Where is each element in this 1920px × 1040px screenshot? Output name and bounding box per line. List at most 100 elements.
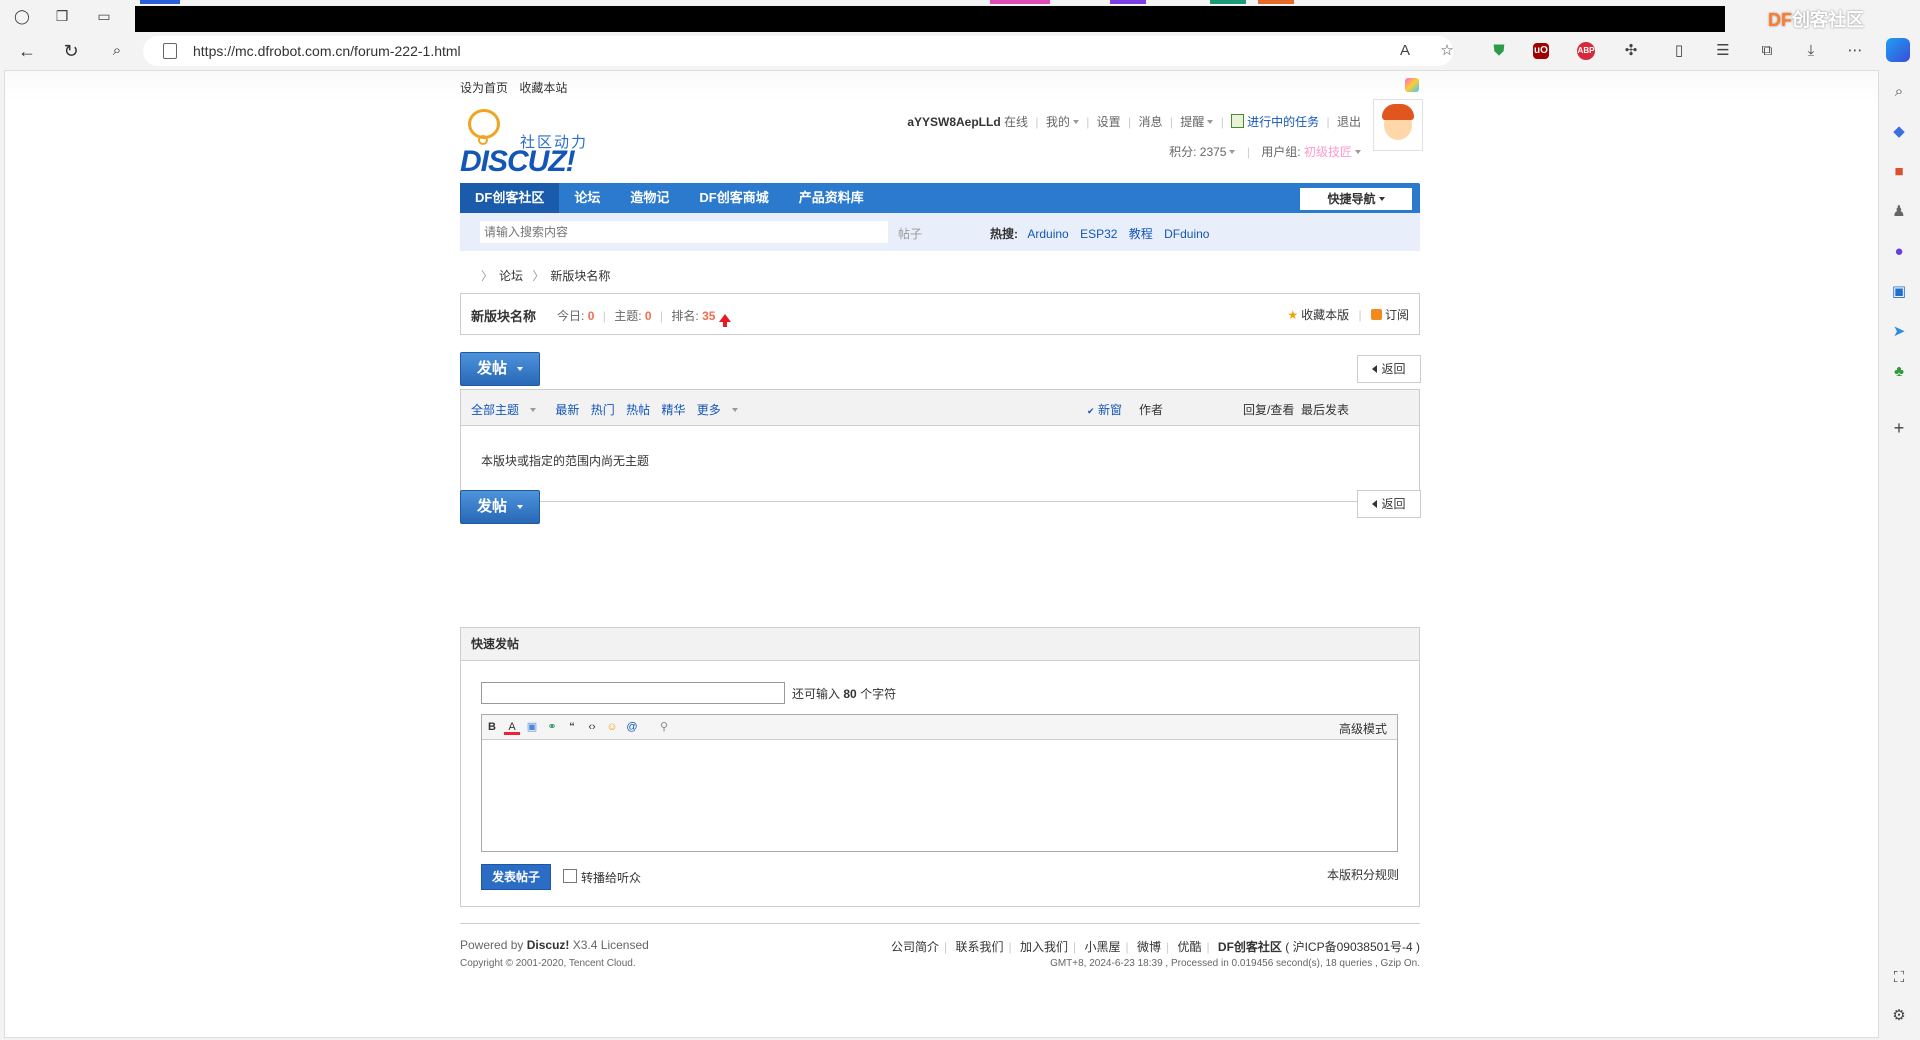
footer-link-blacklist[interactable]: 小黑屋: [1084, 940, 1120, 954]
online-status[interactable]: 在线: [1004, 115, 1028, 129]
url-field[interactable]: https://mc.dfrobot.com.cn/forum-222-1.ht…: [143, 36, 1453, 66]
username-link[interactable]: aYYSW8AepLLd: [907, 115, 1000, 129]
subject-input[interactable]: [481, 682, 785, 704]
copilot-icon[interactable]: [1886, 38, 1910, 62]
filter-digest[interactable]: 精华: [661, 403, 685, 417]
bookmark-link[interactable]: 收藏本站: [519, 81, 567, 95]
tab-strip[interactable]: [140, 0, 180, 4]
extensions-puzzle-icon[interactable]: ✣: [1620, 40, 1642, 62]
replies-column[interactable]: 回复/查看: [1243, 401, 1294, 418]
ublock-icon[interactable]: uO: [1530, 40, 1552, 62]
discuz-link[interactable]: Discuz!: [527, 938, 570, 952]
tab-strip[interactable]: [1210, 0, 1246, 4]
profile-icon[interactable]: ◯: [12, 6, 32, 26]
footer-link-join[interactable]: 加入我们: [1020, 940, 1068, 954]
sidebar-screenshot-icon[interactable]: ⛶: [1889, 968, 1909, 988]
submit-post-button[interactable]: 发表帖子: [481, 864, 551, 890]
breadcrumb-current[interactable]: 新版块名称: [550, 269, 610, 283]
sidebar-settings-icon[interactable]: ⚙: [1889, 1006, 1909, 1026]
favorites-list-icon[interactable]: ☰: [1712, 40, 1734, 62]
new-thread-button-bottom[interactable]: 发帖: [460, 490, 540, 524]
last-post-column[interactable]: 最后发表: [1301, 401, 1349, 418]
back-button[interactable]: 返回: [1357, 355, 1421, 383]
tab-actions-icon[interactable]: ▭: [94, 6, 114, 26]
nav-item-docs[interactable]: 产品资料库: [784, 183, 879, 213]
tasks-link[interactable]: 进行中的任务: [1247, 115, 1319, 129]
read-aloud-icon[interactable]: A: [1394, 40, 1416, 62]
filter-more[interactable]: 更多: [697, 403, 746, 417]
tab-strip[interactable]: [1258, 0, 1294, 4]
nav-item-forum[interactable]: 论坛: [559, 183, 615, 213]
workspaces-icon[interactable]: ❒: [52, 6, 72, 26]
search-input[interactable]: [480, 221, 888, 243]
author-column[interactable]: 作者: [1139, 401, 1163, 418]
back-icon[interactable]: ←: [16, 40, 38, 62]
hot-keyword[interactable]: DFduino: [1164, 227, 1209, 241]
shield-extension-icon[interactable]: ⛊: [1488, 40, 1510, 62]
new-window-toggle[interactable]: ✔ 新窗: [1087, 401, 1122, 418]
refresh-icon[interactable]: ↻: [60, 40, 82, 62]
filter-latest[interactable]: 最新: [555, 403, 579, 417]
back-button-bottom[interactable]: 返回: [1357, 490, 1421, 518]
at-icon[interactable]: @: [624, 719, 640, 735]
settings-link[interactable]: 设置: [1097, 115, 1121, 129]
sidebar-games-icon[interactable]: ♟: [1889, 202, 1909, 222]
points-menu[interactable]: 积分: 2375: [1169, 145, 1236, 159]
logout-link[interactable]: 退出: [1337, 115, 1361, 129]
more-options-icon[interactable]: ⋯: [1844, 40, 1866, 62]
filter-hot-threads[interactable]: 热帖: [626, 403, 650, 417]
hot-keyword[interactable]: ESP32: [1080, 227, 1117, 241]
broadcast-label[interactable]: 转播给听众: [581, 869, 641, 886]
smiley-icon[interactable]: ☺: [604, 719, 620, 735]
subscribe-link[interactable]: 订阅: [1370, 308, 1409, 322]
avatar[interactable]: [1373, 99, 1423, 151]
sidebar-add-icon[interactable]: +: [1889, 418, 1909, 438]
icp-link[interactable]: ( 沪ICP备09038501号-4 ): [1285, 940, 1420, 954]
broadcast-checkbox[interactable]: [563, 869, 577, 883]
footer-link-contact[interactable]: 联系我们: [956, 940, 1004, 954]
image-icon[interactable]: ▣: [524, 719, 540, 735]
sidebar-search-icon[interactable]: ⌕: [1889, 82, 1909, 102]
downloads-icon[interactable]: ⤓: [1800, 40, 1822, 62]
hot-keyword[interactable]: Arduino: [1027, 227, 1068, 241]
advanced-mode-link[interactable]: 高级模式: [1339, 720, 1387, 737]
search-icon[interactable]: ⌕: [106, 40, 128, 62]
sidebar-outlook-icon[interactable]: ▣: [1889, 282, 1909, 302]
breadcrumb-forum[interactable]: 论坛: [499, 269, 523, 283]
url-text[interactable]: https://mc.dfrobot.com.cn/forum-222-1.ht…: [193, 43, 461, 59]
filter-all[interactable]: 全部主题: [471, 403, 544, 417]
favorite-star-icon[interactable]: ☆: [1436, 40, 1458, 62]
nav-item-makelog[interactable]: 造物记: [615, 183, 684, 213]
reminders-menu[interactable]: 提醒: [1180, 115, 1214, 129]
my-menu[interactable]: 我的: [1046, 115, 1079, 129]
quick-nav-button[interactable]: 快捷导航: [1300, 188, 1412, 210]
bold-icon[interactable]: B: [484, 719, 500, 735]
footer-site-name[interactable]: DF创客社区: [1218, 940, 1282, 954]
sidebar-tag-icon[interactable]: ◆: [1889, 122, 1909, 142]
quote-icon[interactable]: “: [564, 719, 580, 735]
collections-icon[interactable]: ⧉: [1756, 40, 1778, 62]
attachment-icon[interactable]: ⚲: [656, 719, 672, 735]
split-screen-icon[interactable]: ▯: [1668, 40, 1690, 62]
style-switch-icon[interactable]: [1405, 78, 1419, 92]
new-thread-button[interactable]: 发帖: [460, 352, 540, 386]
footer-link-about[interactable]: 公司简介: [891, 940, 939, 954]
code-icon[interactable]: ‹›: [584, 719, 600, 735]
sidebar-tree-icon[interactable]: ♣: [1889, 362, 1909, 382]
hot-keyword[interactable]: 教程: [1129, 227, 1153, 241]
nav-item-community[interactable]: DF创客社区: [460, 183, 560, 213]
nav-item-store[interactable]: DF创客商城: [684, 183, 783, 213]
messages-link[interactable]: 消息: [1139, 115, 1163, 129]
font-color-icon[interactable]: A: [504, 719, 520, 735]
search-type-select[interactable]: 帖子: [898, 225, 922, 242]
site-info-icon[interactable]: [163, 43, 177, 59]
footer-link-youku[interactable]: 优酷: [1177, 940, 1201, 954]
sidebar-send-icon[interactable]: ➤: [1889, 322, 1909, 342]
sidebar-m365-icon[interactable]: ●: [1889, 242, 1909, 262]
footer-link-weibo[interactable]: 微博: [1137, 940, 1161, 954]
link-icon[interactable]: ⚭: [544, 719, 560, 735]
site-logo[interactable]: 社区动力 DISCUZ!: [460, 109, 600, 179]
tab-strip[interactable]: [1110, 0, 1146, 4]
usergroup-menu[interactable]: 初级技匠: [1304, 145, 1361, 159]
sidebar-toolbox-icon[interactable]: ■: [1889, 162, 1909, 182]
